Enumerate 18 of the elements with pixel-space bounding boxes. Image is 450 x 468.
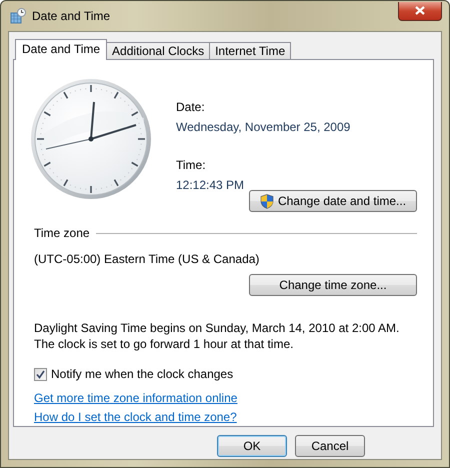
window-title: Date and Time (32, 9, 110, 23)
dst-notice: Daylight Saving Time begins on Sunday, March 14, 2010 at 2:00 AM. The clock is set to go forward 1 hour at that time. (33, 320, 400, 352)
change-time-zone-button[interactable]: Change time zone... (249, 274, 417, 296)
tab[interactable]: Additional Clocks (106, 42, 210, 59)
time-label: Time: (176, 158, 207, 172)
help-link[interactable]: How do I set the clock and time zone? (34, 410, 237, 424)
dialog-button[interactable]: Cancel (295, 435, 365, 457)
section-heading: Time zone (34, 226, 90, 240)
time-zone-value: (UTC-05:00) Eastern Time (US & Canada) (33, 252, 260, 266)
dialog-button[interactable]: OK (217, 435, 287, 457)
checkbox-label: Notify me when the clock changes (51, 367, 234, 381)
date-label: Date: (176, 100, 206, 114)
help-link[interactable]: Get more time zone information online (34, 391, 238, 405)
time-value: 12:12:43 PM (176, 178, 246, 192)
date-value: Wednesday, November 25, 2009 (176, 120, 350, 134)
tab[interactable]: Internet Time (209, 42, 292, 59)
change-date-time-button[interactable]: Change date and time... (249, 190, 417, 212)
tab[interactable]: Date and Time (15, 39, 108, 60)
